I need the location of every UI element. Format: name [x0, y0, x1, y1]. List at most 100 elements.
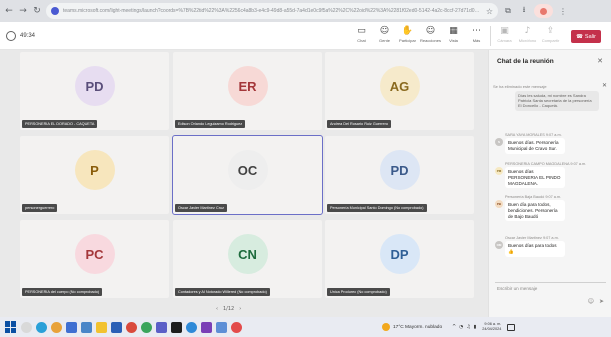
participant-name: Oscar Javier Martinez Cruz [175, 204, 227, 212]
teams-favicon-icon [51, 7, 59, 15]
avatar: CN [227, 234, 268, 275]
download-icon[interactable]: ⭳ [518, 5, 530, 17]
participant-tile[interactable]: ER Edison Orlando Leguizamo Rodriguez [173, 52, 322, 130]
participant-tile[interactable]: PD Personería Municipal Santo Domingo (N… [325, 136, 474, 214]
participant-tile-active[interactable]: OC Oscar Javier Martinez Cruz [172, 135, 323, 215]
store-icon[interactable] [66, 321, 77, 333]
system-clock[interactable]: 9:06 a. m. 24/04/2024 [482, 322, 501, 332]
reactions-button[interactable]: ☺ Reacciones [420, 25, 441, 46]
message-meta: Personería Baja Baudó 9:07 a.m. [505, 195, 562, 199]
leave-button[interactable]: ☎ Salir [571, 30, 601, 43]
windows-start-icon[interactable] [5, 321, 17, 333]
view-icon: ▦ [449, 26, 458, 36]
whatsapp-icon[interactable] [141, 321, 152, 333]
avatar: OM [495, 241, 503, 249]
weather-text: 17°C Mayorm. nublado [393, 324, 443, 330]
people-icon: ☺ [379, 26, 390, 36]
network-icon[interactable]: ◔ [459, 325, 463, 330]
camera-button[interactable]: ▣ Cámara [495, 25, 514, 46]
more-icon: ⋯ [472, 26, 481, 36]
participant-tile[interactable]: P personerguerrero [20, 136, 169, 214]
message-text: Buenos días. Personería Municipal de Cra… [505, 138, 565, 154]
address-bar[interactable]: teams.microsoft.com/light-meetings/launc… [46, 3, 498, 19]
meeting-timer: 49:34 [20, 32, 36, 39]
chat-message: PERSONERIA CAMPO MAGDALENA 9:07 a.m. PM … [495, 162, 605, 189]
battery-icon[interactable]: ▮ [474, 325, 477, 330]
avatar: P [74, 150, 115, 191]
raise-hand-button[interactable]: ✋ Participar [398, 25, 417, 46]
emoji-icon[interactable]: ☺ [588, 298, 594, 305]
onenote-icon[interactable] [201, 321, 212, 333]
participant-tile[interactable]: PC PERSONERIA del cuerpo (No comprobado) [20, 220, 169, 298]
avatar: PD [74, 66, 115, 107]
folder-icon[interactable] [96, 321, 107, 333]
teams-icon[interactable] [156, 321, 167, 333]
opera-icon[interactable] [126, 321, 137, 333]
avatar: PC [74, 234, 115, 275]
next-page-icon[interactable]: › [239, 306, 241, 312]
extensions-icon[interactable]: ⧉ [502, 5, 514, 17]
view-button[interactable]: ▦ Vista [444, 25, 463, 46]
back-icon[interactable]: ← [4, 5, 14, 17]
message-meta: PERSONERIA CAMPO MAGDALENA 9:07 a.m. [505, 162, 587, 166]
search-icon[interactable] [21, 321, 32, 333]
avatar: DP [379, 234, 420, 275]
bookmark-star-icon[interactable]: ☆ [486, 7, 493, 16]
volume-icon[interactable]: ♫ [466, 325, 470, 330]
deleted-message-label: Se ha eliminado este mensaje [493, 84, 547, 89]
edge-icon[interactable] [36, 321, 47, 333]
participant-tile[interactable]: DP Unica Produrec (No comprobado) [325, 220, 474, 298]
previous-page-icon[interactable]: ‹ [216, 306, 218, 312]
message-text: Buenos días para todos 👍 [505, 241, 565, 257]
message-compose-box[interactable]: Escribir un mensaje ☺ ➤ [495, 282, 606, 308]
message-meta: Oscar Javier Martinez 9:07 a.m. [505, 236, 559, 240]
reload-icon[interactable]: ↻ [32, 5, 42, 17]
avatar: PM [495, 167, 503, 175]
menu-icon[interactable]: ⋮ [557, 5, 569, 17]
app-icon[interactable] [231, 321, 242, 333]
microphone-button[interactable]: ♪ Micrófono [518, 25, 537, 46]
avatar: AG [379, 66, 420, 107]
browser-toolbar: ← → ↻ teams.microsoft.com/light-meetings… [0, 0, 611, 22]
deleted-message: Se ha eliminado este mensaje Días les sa… [493, 82, 607, 130]
chat-button[interactable]: ▭ Chat [352, 25, 371, 46]
video-grid: PD PERSONERIA EL DORADO - CAQUETA ER Edi… [0, 50, 488, 317]
share-button[interactable]: ⇪ Compartir [541, 25, 560, 46]
weather-widget[interactable]: 17°C Mayorm. nublado [382, 323, 442, 331]
avatar [540, 7, 547, 15]
message-text: Buenos días PERSONERIA EL PINDO MAGDALEN… [505, 167, 565, 189]
participant-name: personerguerrero [22, 204, 58, 212]
chat-title: Chat de la reunión [497, 58, 554, 65]
url-text[interactable]: teams.microsoft.com/light-meetings/launc… [63, 8, 482, 14]
system-tray: ^ ◔ ♫ ▮ [452, 325, 476, 330]
send-icon[interactable]: ➤ [599, 298, 604, 305]
participant-name: Contadores y Al Notorado Willered (No co… [175, 288, 270, 296]
more-button[interactable]: ⋯ Más [467, 25, 486, 46]
people-app-icon[interactable] [81, 321, 92, 333]
reactions-icon: ☺ [425, 26, 436, 36]
dismiss-icon[interactable]: ✕ [602, 82, 607, 89]
participant-name: Andrea Del Rosario Ruiz Guerrero [327, 120, 392, 128]
chat-message: SARA YAYA MORALES 9:07 a.m. S Buenos día… [495, 133, 605, 154]
skype-icon[interactable] [186, 321, 197, 333]
participant-tile[interactable]: PD PERSONERIA EL DORADO - CAQUETA [20, 52, 169, 130]
media-icon[interactable] [171, 321, 182, 333]
people-button[interactable]: ☺ Gente [375, 25, 394, 46]
shield-icon [6, 30, 16, 41]
chrome-icon[interactable] [51, 321, 62, 333]
participant-tile[interactable]: AG Andrea Del Rosario Ruiz Guerrero [325, 52, 474, 130]
forward-icon[interactable]: → [18, 5, 28, 17]
participant-name: Unica Produrec (No comprobado) [327, 288, 390, 296]
chevron-up-icon[interactable]: ^ [452, 325, 456, 330]
notification-icon[interactable] [507, 323, 516, 331]
profile-button[interactable] [534, 4, 553, 18]
avatar: PD [379, 150, 420, 191]
avatar: PB [495, 200, 503, 208]
page-navigator: ‹ 1/12 › [216, 306, 241, 312]
close-icon[interactable]: ✕ [597, 57, 603, 65]
mail-icon[interactable] [216, 321, 227, 333]
meeting-chat-panel: Chat de la reunión ✕ Se ha eliminado est… [488, 50, 611, 317]
word-icon[interactable] [111, 321, 122, 333]
participant-tile[interactable]: CN Contadores y Al Notorado Willered (No… [173, 220, 322, 298]
clock-date: 24/04/2024 [482, 327, 502, 331]
